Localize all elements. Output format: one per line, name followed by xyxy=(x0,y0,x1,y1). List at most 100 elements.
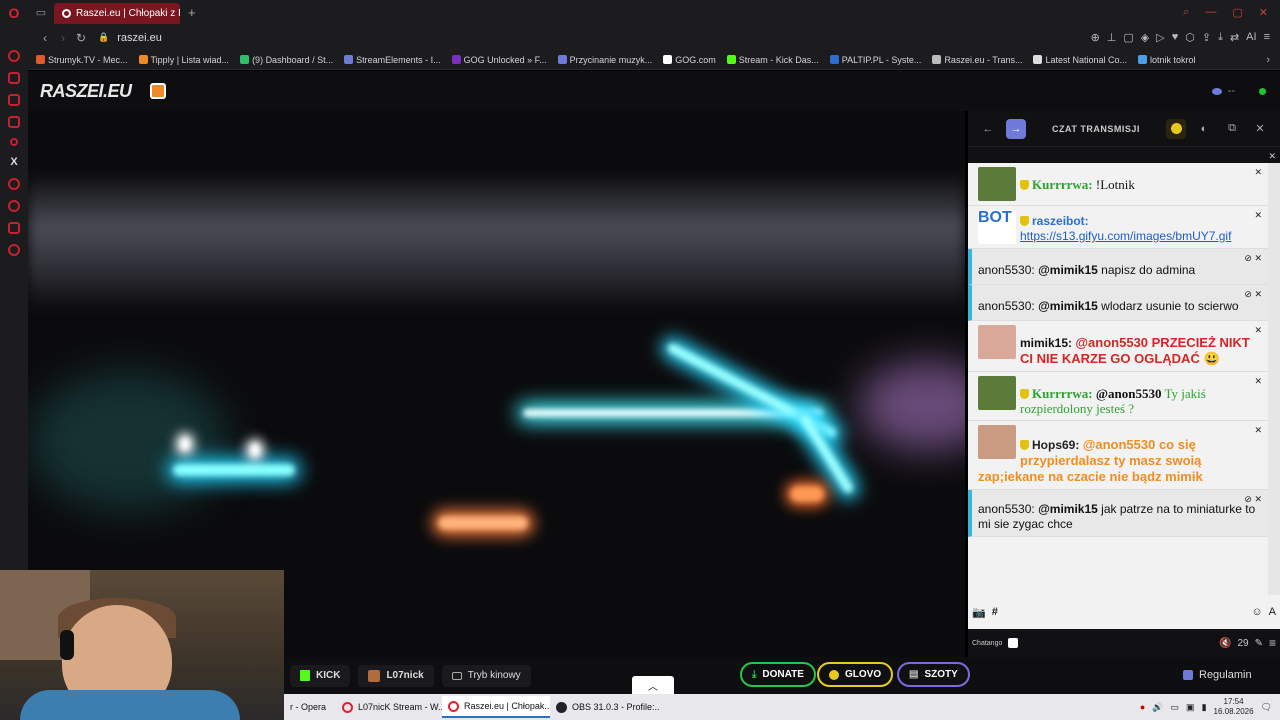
maximize-icon[interactable]: ▢ xyxy=(1232,6,1242,19)
taskbar-item-obs[interactable]: OBS 31.0.3 - Profile:... xyxy=(550,696,660,718)
emoji-icon[interactable]: ☺ xyxy=(1251,606,1262,618)
zoom-icon[interactable]: ⊕ xyxy=(1091,31,1100,44)
url-field[interactable]: 🔒 raszei.eu xyxy=(98,32,162,44)
delete-message-icon[interactable]: ✕ xyxy=(1254,208,1262,223)
chat-username[interactable]: anon5530: xyxy=(978,299,1035,313)
new-tab-icon[interactable]: + xyxy=(188,5,196,20)
bookmark-item[interactable]: lotnik tokrol xyxy=(1138,55,1196,65)
style-icon[interactable]: A xyxy=(1269,606,1276,618)
taskbar-item-lotnick[interactable]: L07nicK Stream - W... xyxy=(336,696,442,718)
coin-icon[interactable] xyxy=(1166,118,1186,139)
popout-icon[interactable]: ⧉ xyxy=(1222,119,1242,139)
chat-username[interactable]: Hops69: xyxy=(1032,438,1079,452)
cinema-mode-button[interactable]: Tryb kinowy xyxy=(441,664,531,687)
sidebar-player-icon[interactable] xyxy=(8,116,20,128)
delete-message-icon[interactable]: ✕ xyxy=(1254,165,1262,180)
sidebar-clock-icon[interactable] xyxy=(8,200,20,212)
lotnick-button[interactable]: L07nick xyxy=(358,664,434,687)
bookmark-item[interactable]: GOG Unlocked » F... xyxy=(451,55,547,65)
browser-tab-active[interactable]: Raszei.eu | Chłopaki z R xyxy=(54,3,180,24)
bookmark-item[interactable]: Stream - Kick Das... xyxy=(726,55,819,65)
share-icon[interactable]: ⇪ xyxy=(1202,31,1211,44)
donate-button[interactable]: ⤓ DONATE xyxy=(740,662,816,687)
delete-message-icon[interactable]: ✕ xyxy=(1254,323,1262,338)
chat-menu-icon[interactable]: ≡ xyxy=(1269,636,1276,650)
glovo-button[interactable]: GLOVO xyxy=(817,662,894,687)
chat-mention[interactable]: @mimik15 xyxy=(1038,502,1098,516)
chat-link[interactable]: https://s13.gifyu.com/images/bmUY7.gif xyxy=(1020,229,1231,243)
hashtag-icon[interactable]: # xyxy=(992,606,998,618)
chat-username[interactable]: anon5530: xyxy=(978,502,1035,516)
bookmark-item[interactable]: Tipply | Lista wiad... xyxy=(138,55,229,65)
network-icon[interactable]: ▭ xyxy=(1171,702,1180,713)
minimize-icon[interactable]: — xyxy=(1205,6,1216,19)
bookmark-item[interactable]: Przycinanie muzyk... xyxy=(557,55,652,65)
bookmark-item[interactable]: StreamElements - I... xyxy=(344,55,441,65)
bookmarks-more-icon[interactable]: › xyxy=(1266,54,1280,66)
chatango-brand[interactable]: Chatango xyxy=(972,640,1002,647)
delete-message-icon[interactable]: ⊘ ✕ xyxy=(1244,492,1262,507)
delete-message-icon[interactable]: ✕ xyxy=(1254,423,1262,438)
tab-menu-icon[interactable]: ▭ xyxy=(28,0,54,25)
chat-mention[interactable]: @mimik15 xyxy=(1038,263,1098,277)
heart-icon[interactable]: ♥ xyxy=(1172,31,1179,44)
notifications-icon[interactable]: 🗨 xyxy=(1261,702,1272,713)
bookmark-item[interactable]: Raszei.eu - Trans... xyxy=(932,55,1022,65)
camera-icon[interactable]: 📷 xyxy=(972,606,986,619)
delete-message-icon[interactable]: ⊘ ✕ xyxy=(1244,287,1262,302)
bookmark-item[interactable]: PALTIP.PL - Syste... xyxy=(829,55,921,65)
tray-app-icon[interactable]: ● xyxy=(1140,702,1145,712)
bookmark-item[interactable]: Latest National Co... xyxy=(1033,55,1127,65)
chat-mention[interactable]: @anon5530 xyxy=(1096,386,1162,401)
sidebar-aria-icon[interactable] xyxy=(8,50,20,62)
play-icon[interactable]: ▷ xyxy=(1156,31,1164,44)
delete-message-icon[interactable]: ⊘ ✕ xyxy=(1244,251,1262,266)
search-tabs-icon[interactable]: ⌕ xyxy=(1183,6,1189,19)
bookmark-item[interactable]: (9) Dashboard / St... xyxy=(240,55,333,65)
download-icon[interactable]: ⤓ xyxy=(1218,31,1223,44)
back-icon[interactable]: ‹ xyxy=(36,31,54,45)
chat-username[interactable]: raszeibot: xyxy=(1032,214,1089,228)
sidebar-history-icon[interactable] xyxy=(8,178,20,190)
pin-icon[interactable]: ⊥ xyxy=(1107,31,1117,44)
chat-message-input[interactable] xyxy=(1003,598,1246,626)
forward-icon[interactable]: › xyxy=(54,31,72,45)
chat-frame-close-icon[interactable]: ✕ xyxy=(1268,151,1276,162)
reload-icon[interactable]: ↻ xyxy=(72,31,90,45)
chat-scrollbar[interactable] xyxy=(1268,163,1280,595)
sidebar-discount-icon[interactable] xyxy=(10,138,18,146)
sidebar-x-icon[interactable]: X xyxy=(10,156,17,168)
chat-mention[interactable]: @mimik15 xyxy=(1038,299,1098,313)
collapse-chevron-icon[interactable]: ︿ xyxy=(632,676,674,694)
sync-icon[interactable]: ⇄ xyxy=(1230,31,1239,44)
tray-monitor-icon[interactable]: ▣ xyxy=(1186,702,1195,713)
mute-icon[interactable]: 🔇 xyxy=(1219,638,1231,649)
discord-icon[interactable]: ◐ xyxy=(1194,119,1214,139)
chat-username[interactable]: anon5530: xyxy=(978,263,1035,277)
bookmark-item[interactable]: Strumyk.TV - Mec... xyxy=(36,55,128,65)
szoty-button[interactable]: ▤ SZOTY xyxy=(897,662,970,687)
extensions-icon[interactable]: ⬡ xyxy=(1185,31,1195,44)
sidebar-downloads-icon[interactable] xyxy=(8,222,20,234)
volume-icon[interactable]: 🔊 xyxy=(1152,702,1163,713)
chat-forward-icon[interactable]: → xyxy=(1006,118,1026,139)
tray-battery-icon[interactable]: ▮ xyxy=(1202,702,1207,713)
taskbar-item-opera[interactable]: r - Opera xyxy=(284,696,336,718)
chat-close-icon[interactable]: ✕ xyxy=(1250,119,1270,139)
chat-username[interactable]: Kurrrrwa: xyxy=(1032,177,1093,192)
delete-message-icon[interactable]: ✕ xyxy=(1254,374,1262,389)
close-window-icon[interactable]: ✕ xyxy=(1259,6,1268,19)
site-logo[interactable]: RASZEI.EU xyxy=(40,81,132,102)
tipply-icon[interactable] xyxy=(149,83,166,99)
clock[interactable]: 17:54 16.08.2026 xyxy=(1214,697,1254,717)
ai-icon[interactable]: AI xyxy=(1246,31,1256,44)
sidebar-messenger-icon[interactable] xyxy=(8,94,20,106)
bookmark-item[interactable]: GOG.com xyxy=(663,55,716,65)
kick-button[interactable]: KICK xyxy=(290,664,351,687)
sidebar-workspace-icon[interactable] xyxy=(8,72,20,84)
snapshot-icon[interactable]: ▢ xyxy=(1123,31,1133,44)
login-icon[interactable]: ✎ xyxy=(1255,638,1263,649)
taskbar-item-raszei[interactable]: Raszei.eu | Chłopak... xyxy=(442,696,550,718)
shield-icon[interactable]: ◈ xyxy=(1141,31,1149,44)
chat-username[interactable]: mimik15: xyxy=(1020,336,1072,350)
